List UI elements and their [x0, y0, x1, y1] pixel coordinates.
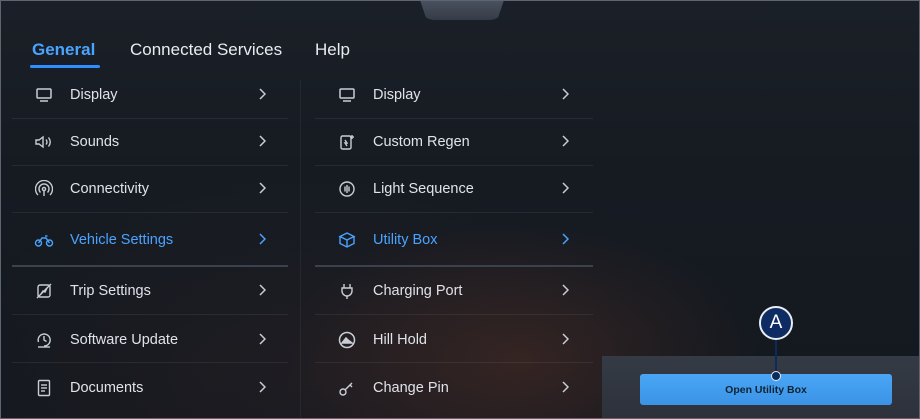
chevron-right-icon — [557, 328, 573, 350]
menu-item-label: Change Pin — [373, 379, 449, 396]
column-divider — [300, 80, 301, 419]
menu-item-label: Software Update — [70, 331, 179, 348]
vehicle-icon — [32, 228, 56, 252]
menu-item-software-update[interactable]: Software Update — [32, 316, 270, 363]
menu-separator — [12, 362, 288, 363]
menu-separator — [315, 314, 593, 315]
chevron-right-icon — [557, 228, 573, 250]
menu-separator — [12, 314, 288, 315]
speaker-icon — [32, 130, 56, 154]
chevron-right-icon — [557, 130, 573, 152]
menu-item-light-sequence[interactable]: Light Sequence — [335, 165, 573, 212]
regen-icon — [335, 130, 359, 154]
chevron-right-icon — [254, 130, 270, 152]
chevron-right-icon — [557, 279, 573, 301]
menu-item-display[interactable]: Display — [32, 71, 270, 118]
chevron-right-icon — [254, 228, 270, 250]
menu-item-label: Sounds — [70, 133, 120, 150]
chevron-right-icon — [557, 177, 573, 199]
menu-item-label: Documents — [70, 379, 144, 396]
software-update-icon — [32, 328, 56, 352]
menu-item-trip-settings[interactable]: Trip Settings — [32, 267, 270, 314]
chevron-right-icon — [557, 376, 573, 398]
monitor-icon — [32, 83, 56, 107]
chevron-right-icon — [254, 177, 270, 199]
hill-hold-icon — [335, 328, 359, 352]
menu-item-utility-box[interactable]: Utility Box — [335, 216, 573, 263]
menu-item-sounds[interactable]: Sounds — [32, 118, 270, 165]
menu-item-charging-port[interactable]: Charging Port — [335, 267, 573, 314]
chevron-right-icon — [254, 279, 270, 301]
menu-separator — [315, 362, 593, 363]
tab-general[interactable]: General — [32, 40, 95, 60]
document-icon — [32, 376, 56, 400]
box-icon — [335, 228, 359, 252]
chevron-right-icon — [557, 83, 573, 105]
menu-item-label: Light Sequence — [373, 180, 474, 197]
menu-item-display[interactable]: Display — [335, 71, 573, 118]
chevron-right-icon — [254, 83, 270, 105]
monitor-icon — [335, 83, 359, 107]
open-utility-box-button[interactable]: Open Utility Box — [640, 374, 892, 405]
menu-item-label: Hill Hold — [373, 331, 427, 348]
menu-item-connectivity[interactable]: Connectivity — [32, 165, 270, 212]
menu-item-change-pin[interactable]: Change Pin — [335, 364, 573, 411]
chevron-right-icon — [254, 328, 270, 350]
menu-item-label: Display — [373, 86, 421, 103]
menu-item-label: Connectivity — [70, 180, 149, 197]
active-tab-indicator — [30, 65, 100, 68]
menu-item-label: Vehicle Settings — [70, 231, 174, 248]
key-icon — [335, 376, 359, 400]
tab-help[interactable]: Help — [315, 40, 350, 60]
top-notch — [420, 0, 504, 20]
menu-item-label: Display — [70, 86, 118, 103]
callout-badge: A — [759, 306, 793, 340]
callout-pointer-dot — [771, 371, 781, 381]
menu-separator — [12, 212, 288, 213]
trip-icon — [32, 279, 56, 303]
menu-separator — [315, 212, 593, 213]
menu-item-hill-hold[interactable]: Hill Hold — [335, 316, 573, 363]
menu-item-vehicle-settings[interactable]: Vehicle Settings — [32, 216, 270, 263]
chevron-right-icon — [254, 376, 270, 398]
tab-connected-services[interactable]: Connected Services — [130, 40, 282, 60]
connectivity-icon — [32, 177, 56, 201]
light-icon — [335, 177, 359, 201]
menu-item-label: Charging Port — [373, 282, 463, 299]
menu-item-documents[interactable]: Documents — [32, 364, 270, 411]
menu-item-label: Custom Regen — [373, 133, 470, 150]
menu-item-custom-regen[interactable]: Custom Regen — [335, 118, 573, 165]
menu-item-label: Utility Box — [373, 231, 438, 248]
menu-item-label: Trip Settings — [70, 282, 151, 299]
charging-port-icon — [335, 279, 359, 303]
